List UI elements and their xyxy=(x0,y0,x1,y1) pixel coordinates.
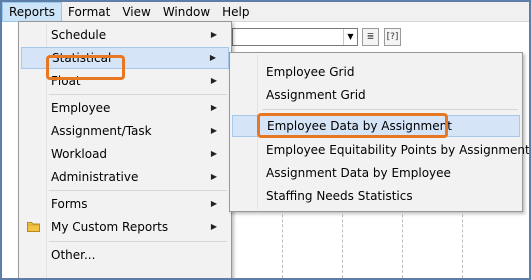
submenu-arrow-icon: ▶ xyxy=(210,149,217,158)
menu-separator xyxy=(49,190,227,191)
toolbar-combo[interactable]: ▼ xyxy=(232,28,358,46)
submenu-arrow-icon: ▶ xyxy=(210,172,217,181)
menu-item-assignment-task[interactable]: Assignment/Task ▶ xyxy=(21,120,229,142)
menu-item-schedule[interactable]: Schedule ▶ xyxy=(21,24,229,46)
menu-item-statistical[interactable]: Statistical ▶ xyxy=(21,47,229,69)
submenu-item-assignment-grid[interactable]: Assignment Grid xyxy=(232,84,520,106)
help-icon[interactable]: [?] xyxy=(384,28,401,46)
menu-item-label: My Custom Reports xyxy=(51,220,169,234)
menu-item-label: Administrative xyxy=(51,170,139,184)
menu-view[interactable]: View xyxy=(116,2,156,22)
menu-bar: Reports Format View Window Help xyxy=(2,2,529,22)
menu-item-employee[interactable]: Employee ▶ xyxy=(21,97,229,119)
menu-item-administrative[interactable]: Administrative ▶ xyxy=(21,166,229,188)
statistical-submenu: Employee Grid Assignment Grid Employee D… xyxy=(229,52,529,212)
menu-item-other[interactable]: Other... xyxy=(21,244,229,266)
menu-item-label: Statistical xyxy=(52,51,112,65)
submenu-item-staffing-needs-statistics[interactable]: Staffing Needs Statistics xyxy=(232,185,520,207)
list-icon[interactable]: ≣ xyxy=(362,28,379,46)
submenu-arrow-icon: ▶ xyxy=(210,103,217,112)
menu-separator xyxy=(262,109,518,110)
app-window: Reports Format View Window Help ▼ ≣ [?] … xyxy=(0,0,531,280)
menu-item-forms[interactable]: Forms ▶ xyxy=(21,193,229,215)
chevron-down-icon[interactable]: ▼ xyxy=(343,29,357,45)
menu-item-label: Forms xyxy=(51,197,88,211)
submenu-arrow-icon: ▶ xyxy=(209,53,216,62)
submenu-arrow-icon: ▶ xyxy=(210,30,217,39)
menu-item-label: Float xyxy=(51,74,81,88)
menu-item-label: Workload xyxy=(51,147,108,161)
submenu-item-employee-equitability-points[interactable]: Employee Equitability Points by Assignme… xyxy=(232,139,529,161)
submenu-item-employee-data-by-assignment[interactable]: Employee Data by Assignment xyxy=(232,115,520,137)
submenu-arrow-icon: ▶ xyxy=(210,76,217,85)
menu-item-label: Assignment/Task xyxy=(51,124,152,138)
menu-separator xyxy=(49,241,227,242)
submenu-item-employee-grid[interactable]: Employee Grid xyxy=(232,61,520,83)
menu-item-float[interactable]: Float ▶ xyxy=(21,70,229,92)
menu-item-workload[interactable]: Workload ▶ xyxy=(21,143,229,165)
submenu-arrow-icon: ▶ xyxy=(210,126,217,135)
menu-item-my-custom-reports[interactable]: My Custom Reports ▶ xyxy=(21,216,229,238)
menu-item-label: Employee xyxy=(51,101,111,115)
menu-window[interactable]: Window xyxy=(157,2,216,22)
submenu-item-assignment-data-by-employee[interactable]: Assignment Data by Employee xyxy=(232,162,520,184)
menu-separator xyxy=(49,94,227,95)
submenu-arrow-icon: ▶ xyxy=(210,222,217,231)
menu-help[interactable]: Help xyxy=(216,2,255,22)
submenu-arrow-icon: ▶ xyxy=(210,199,217,208)
reports-menu: Schedule ▶ Statistical ▶ Float ▶ Employe… xyxy=(18,21,232,278)
menu-item-label: Schedule xyxy=(51,28,107,42)
folder-icon xyxy=(27,222,40,232)
menu-reports[interactable]: Reports xyxy=(2,2,63,22)
menu-item-label: Other... xyxy=(51,248,96,262)
menu-format[interactable]: Format xyxy=(62,2,116,22)
